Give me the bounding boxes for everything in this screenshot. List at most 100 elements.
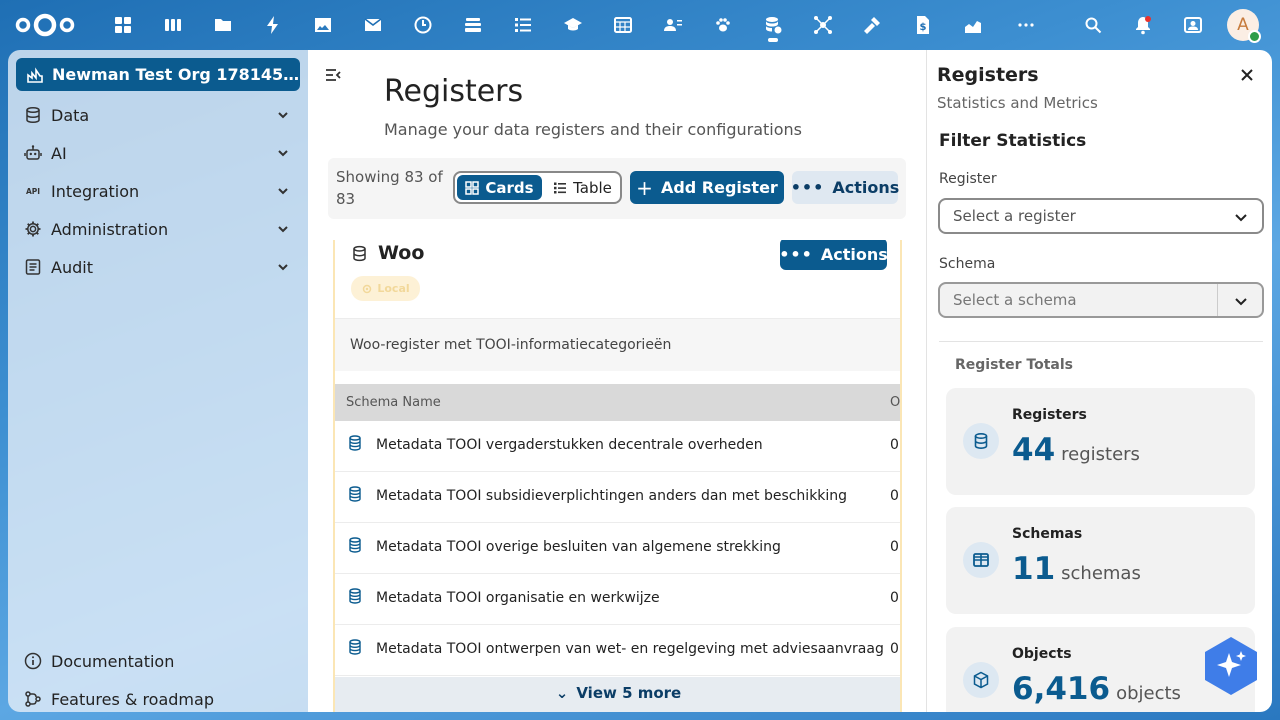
learn-icon[interactable] (558, 10, 588, 40)
robot-icon (24, 144, 42, 162)
column-header-schema-name[interactable]: Schema Name (346, 395, 441, 410)
hammer-icon[interactable] (858, 10, 888, 40)
result-count: Showing 83 of 83 (336, 168, 443, 208)
table-row[interactable]: Metadata TOOI vergaderstukken decentrale… (335, 421, 900, 472)
view-cards-button[interactable]: Cards (457, 175, 542, 200)
chevron-down-icon[interactable] (276, 222, 290, 236)
view-more-button[interactable]: ⌄ View 5 more (335, 677, 900, 712)
database-icon (349, 435, 361, 451)
stack-icon[interactable] (458, 10, 488, 40)
collapse-sidebar-icon[interactable] (324, 66, 342, 84)
register-totals-heading: Register Totals (955, 357, 1073, 373)
stat-number: 44 (1012, 432, 1056, 468)
stat-unit: objects (1116, 683, 1181, 704)
register-select[interactable]: Select a register (938, 198, 1264, 234)
database-icon (349, 537, 361, 553)
documentation-link[interactable]: Documentation (24, 646, 174, 676)
sidebar-item-audit[interactable]: Audit (16, 250, 300, 284)
view-table-button[interactable]: Table (545, 175, 620, 200)
filter-statistics-heading: Filter Statistics (939, 131, 1087, 151)
gear-icon (24, 220, 42, 238)
stat-card-registers: Registers 44 registers (946, 388, 1255, 495)
nextcloud-logo[interactable] (14, 10, 76, 40)
panel-title: Registers (937, 64, 1039, 86)
stat-value: 44 registers (1012, 432, 1140, 468)
audit-icon (24, 258, 42, 276)
close-icon[interactable] (1239, 67, 1255, 83)
schema-object-count: 0 (890, 641, 899, 657)
stat-unit: schemas (1061, 563, 1141, 584)
schema-name: Metadata TOOI ontwerpen van wet- en rege… (376, 641, 884, 657)
database-icon (963, 423, 999, 459)
photos-icon[interactable] (308, 10, 338, 40)
deck-icon[interactable] (158, 10, 188, 40)
chevron-down-icon[interactable] (276, 146, 290, 160)
stat-card-schemas: Schemas 11 schemas (946, 507, 1255, 614)
document-money-icon[interactable]: $ (908, 10, 938, 40)
openregister-icon[interactable] (758, 10, 788, 42)
database-icon (349, 486, 361, 502)
schema-select[interactable]: Select a schema (938, 282, 1264, 318)
chevron-down-icon[interactable] (276, 260, 290, 274)
calendar-icon[interactable] (608, 10, 638, 40)
gear-icon (363, 284, 372, 293)
register-card-title: Woo (351, 242, 424, 264)
sidebar-item-label: Audit (51, 257, 93, 277)
column-header-objects[interactable]: O (890, 395, 900, 410)
add-register-button[interactable]: + Add Register (630, 171, 784, 204)
table-row[interactable]: Metadata TOOI ontwerpen van wet- en rege… (335, 625, 900, 676)
register-actions-button[interactable]: ••• Actions (779, 240, 888, 270)
sidebar-item-administration[interactable]: Administration (16, 212, 300, 246)
schema-field-label: Schema (939, 256, 996, 272)
view-cards-label: Cards (485, 178, 534, 197)
view-more-label: View 5 more (576, 684, 682, 702)
sidebar-item-data[interactable]: Data (16, 98, 300, 132)
view-toggle: Cards Table (453, 171, 622, 204)
features-roadmap-link[interactable]: Features & roadmap (24, 684, 214, 714)
sidebar-item-ai[interactable]: AI (16, 136, 300, 170)
mail-icon[interactable] (358, 10, 388, 40)
table-row[interactable]: Metadata TOOI overige besluiten van alge… (335, 523, 900, 574)
page-subtitle: Manage your data registers and their con… (384, 120, 802, 139)
schema-name: Metadata TOOI overige besluiten van alge… (376, 539, 781, 555)
avatar[interactable]: A (1227, 9, 1261, 43)
more-dots-icon: ••• (779, 244, 813, 264)
contacts-menu-icon[interactable] (1178, 10, 1208, 40)
stat-label: Registers (1012, 407, 1087, 423)
assistant-sparkle-button[interactable] (1204, 636, 1258, 696)
more-icon[interactable] (1011, 10, 1041, 40)
organisation-name: Newman Test Org 178145… (52, 65, 300, 84)
clock-icon[interactable] (408, 10, 438, 40)
paw-icon[interactable] (708, 10, 738, 40)
chevron-down-icon (1235, 298, 1247, 306)
chevron-down-icon (1235, 214, 1247, 222)
stat-label: Schemas (1012, 526, 1083, 542)
table-row[interactable]: Metadata TOOI organisatie en werkwijze 0 (335, 574, 900, 625)
search-icon[interactable] (1078, 10, 1108, 40)
files-icon[interactable] (208, 10, 238, 40)
network-icon[interactable] (808, 10, 838, 40)
contacts-icon[interactable] (658, 10, 688, 40)
chevron-down-icon[interactable] (276, 108, 290, 122)
chevron-down-icon: ⌄ (555, 684, 569, 702)
stat-number: 6,416 (1012, 671, 1111, 707)
actions-button[interactable]: ••• Actions (790, 171, 899, 204)
sidebar: Newman Test Org 178145… Data AI API Inte… (8, 50, 308, 712)
more-dots-icon: ••• (790, 178, 825, 197)
page-title: Registers (384, 74, 524, 109)
list-icon (554, 182, 567, 193)
chevron-down-icon[interactable] (276, 184, 290, 198)
stat-value: 11 schemas (1012, 551, 1141, 587)
activity-icon[interactable] (258, 10, 288, 40)
local-badge-label: Local (377, 282, 410, 295)
chart-icon[interactable] (958, 10, 988, 40)
bell-icon[interactable] (1128, 10, 1158, 40)
dashboard-icon[interactable] (108, 10, 138, 40)
sidebar-item-integration[interactable]: API Integration (16, 174, 300, 208)
tasks-icon[interactable] (508, 10, 538, 40)
organisation-switcher-button[interactable]: Newman Test Org 178145… (16, 58, 300, 91)
roadmap-icon (25, 691, 41, 707)
register-field-label: Register (939, 171, 997, 187)
table-row[interactable]: Metadata TOOI subsidieverplichtingen and… (335, 472, 900, 523)
select-divider (1217, 284, 1218, 316)
